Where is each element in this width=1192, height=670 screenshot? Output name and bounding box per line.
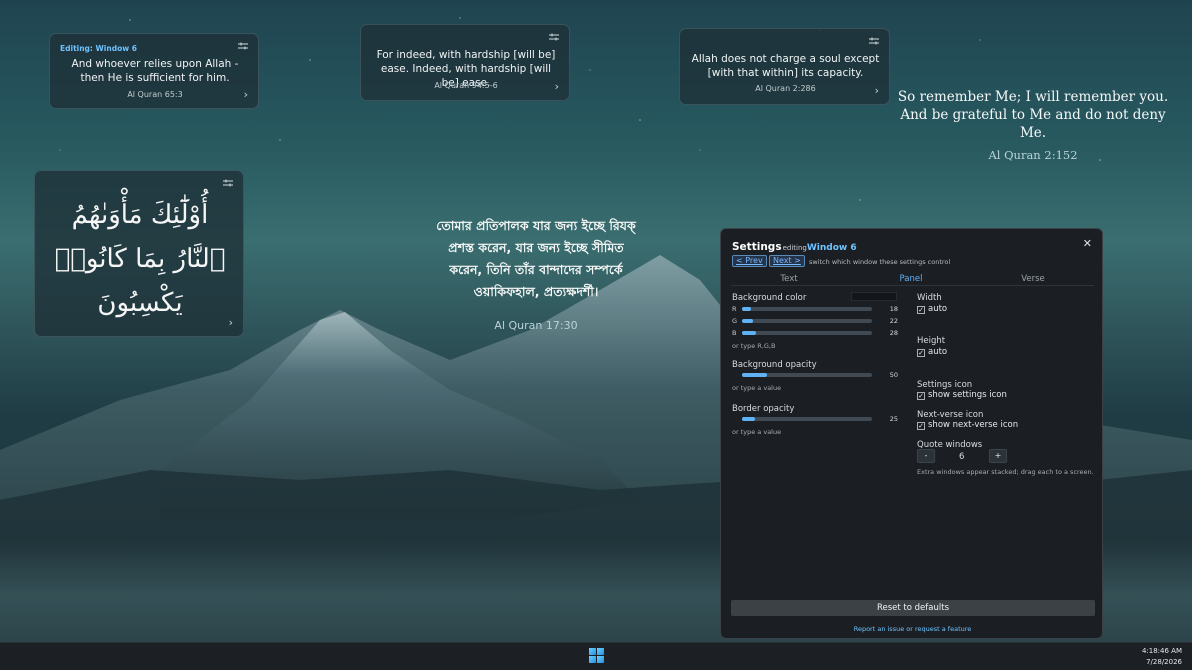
- floating-quote-bangla[interactable]: তোমার প্রতিপালক যার জন্য ইচ্ছে রিযক্ প্র…: [436, 215, 636, 337]
- settings-header: SettingseditingWindow 6: [732, 241, 857, 253]
- verse-reference: Al Quran 2:152: [988, 148, 1078, 162]
- clock-date: 7/28/2026: [1146, 658, 1182, 666]
- show-next-verse-label: show next-verse icon: [928, 420, 1019, 430]
- decrease-windows-button[interactable]: -: [917, 449, 935, 463]
- red-label: R: [732, 305, 737, 313]
- quote-windows-value[interactable]: 6: [959, 452, 964, 462]
- taskbar-clock[interactable]: 4:18:46 AM 7/28/2026: [1142, 646, 1182, 668]
- border-opacity-label: Border opacity: [732, 404, 795, 414]
- show-settings-icon-label: show settings icon: [928, 390, 1007, 400]
- background-opacity-slider[interactable]: [742, 373, 872, 377]
- slider-fill: [742, 307, 752, 311]
- tab-text[interactable]: Text: [739, 274, 839, 284]
- verse-text: তোমার প্রতিপালক যার জন্য ইচ্ছে রিযক্ প্র…: [436, 218, 636, 299]
- background-opacity-hint[interactable]: or type a value: [732, 384, 781, 392]
- settings-title: Settings: [732, 241, 782, 253]
- rgb-type-hint[interactable]: or type R,G,B: [732, 342, 775, 350]
- height-auto-checkbox[interactable]: ✓ auto: [917, 347, 947, 357]
- next-verse-icon[interactable]: ›: [875, 84, 879, 97]
- arabic-verse-text: أُوْلَٰٓئِكَ مَأْوَىٰهُمُ ٱلنَّارُ بِمَا…: [54, 200, 226, 318]
- verse-text: Allah does not charge a soul except [wit…: [691, 53, 880, 79]
- floating-quote-english[interactable]: So remember Me; I will remember you. And…: [896, 88, 1170, 164]
- settings-icon[interactable]: [223, 179, 233, 187]
- quote-card-editing[interactable]: Editing: Window 6 And whoever relies upo…: [49, 33, 259, 109]
- verse-text: So remember Me; I will remember you. And…: [897, 89, 1169, 141]
- settings-icon[interactable]: [549, 33, 559, 41]
- border-opacity-value: 25: [889, 415, 898, 423]
- width-auto-label: auto: [928, 304, 948, 314]
- close-icon[interactable]: ✕: [1083, 237, 1092, 250]
- checkbox-checked-icon: ✓: [917, 306, 925, 314]
- next-verse-icon-label: Next-verse icon: [917, 410, 984, 420]
- red-slider[interactable]: [742, 307, 872, 311]
- verse-reference: Al Quran 94:5-6: [434, 81, 498, 90]
- border-opacity-hint[interactable]: or type a value: [732, 428, 781, 436]
- report-issue-link[interactable]: Report an issue or request a feature: [721, 625, 1104, 633]
- window-name: Window 6: [806, 243, 857, 253]
- background-color-swatch: [851, 292, 897, 301]
- background-color-label: Background color: [732, 293, 807, 303]
- border-opacity-slider[interactable]: [742, 417, 872, 421]
- verse-reference: Al Quran 2:286: [755, 84, 816, 93]
- increase-windows-button[interactable]: +: [989, 449, 1007, 463]
- next-window-button[interactable]: Next >: [769, 255, 805, 267]
- verse-reference: Al Quran 17:30: [494, 319, 578, 332]
- checkbox-checked-icon: ✓: [917, 392, 925, 400]
- red-value: 18: [889, 305, 898, 313]
- next-verse-icon[interactable]: ›: [229, 316, 233, 329]
- verse-reference: Al Quran 65:3: [127, 90, 183, 99]
- switch-hint: switch which window these settings contr…: [809, 258, 951, 266]
- background-opacity-value: 50: [889, 371, 898, 379]
- height-auto-label: auto: [928, 347, 948, 357]
- blue-slider[interactable]: [742, 331, 872, 335]
- tab-panel[interactable]: Panel: [861, 274, 961, 284]
- settings-tabs: Text Panel Verse: [731, 274, 1094, 286]
- green-slider[interactable]: [742, 319, 872, 323]
- width-auto-checkbox[interactable]: ✓ auto: [917, 304, 947, 314]
- editing-label: Editing: Window 6: [60, 44, 137, 53]
- show-next-verse-checkbox[interactable]: ✓ show next-verse icon: [917, 420, 1018, 430]
- tab-verse[interactable]: Verse: [983, 274, 1083, 284]
- quote-card[interactable]: Allah does not charge a soul except [wit…: [679, 28, 890, 105]
- settings-icon[interactable]: [238, 42, 248, 50]
- blue-value: 28: [889, 329, 898, 337]
- width-label: Width: [917, 293, 942, 303]
- settings-icon-label: Settings icon: [917, 380, 973, 390]
- quote-card-arabic[interactable]: أُوْلَٰٓئِكَ مَأْوَىٰهُمُ ٱلنَّارُ بِمَا…: [34, 170, 244, 337]
- quote-card[interactable]: For indeed, with hardship [will be] ease…: [360, 24, 570, 101]
- slider-fill: [742, 373, 768, 377]
- settings-panel: ✕ SettingseditingWindow 6 < Prev Next > …: [720, 228, 1103, 639]
- next-verse-icon[interactable]: ›: [555, 80, 559, 93]
- height-label: Height: [917, 336, 946, 346]
- settings-icon[interactable]: [869, 37, 879, 45]
- checkbox-checked-icon: ✓: [917, 422, 925, 430]
- green-value: 22: [889, 317, 898, 325]
- slider-fill: [742, 417, 755, 421]
- slider-fill: [742, 319, 754, 323]
- clock-time: 4:18:46 AM: [1141, 647, 1182, 655]
- verse-text: And whoever relies upon Allah - then He …: [71, 58, 239, 84]
- green-label: G: [732, 317, 738, 325]
- checkbox-checked-icon: ✓: [917, 349, 925, 357]
- blue-label: B: [732, 329, 737, 337]
- quote-windows-hint: Extra windows appear stacked; drag each …: [917, 468, 1094, 476]
- editing-word: editing: [782, 244, 807, 252]
- slider-fill: [742, 331, 757, 335]
- background-opacity-label: Background opacity: [732, 360, 817, 370]
- show-settings-icon-checkbox[interactable]: ✓ show settings icon: [917, 390, 1007, 400]
- reset-defaults-button[interactable]: Reset to defaults: [731, 600, 1095, 616]
- next-verse-icon[interactable]: ›: [244, 88, 248, 101]
- prev-window-button[interactable]: < Prev: [732, 255, 767, 267]
- windows-logo-icon[interactable]: [589, 648, 604, 663]
